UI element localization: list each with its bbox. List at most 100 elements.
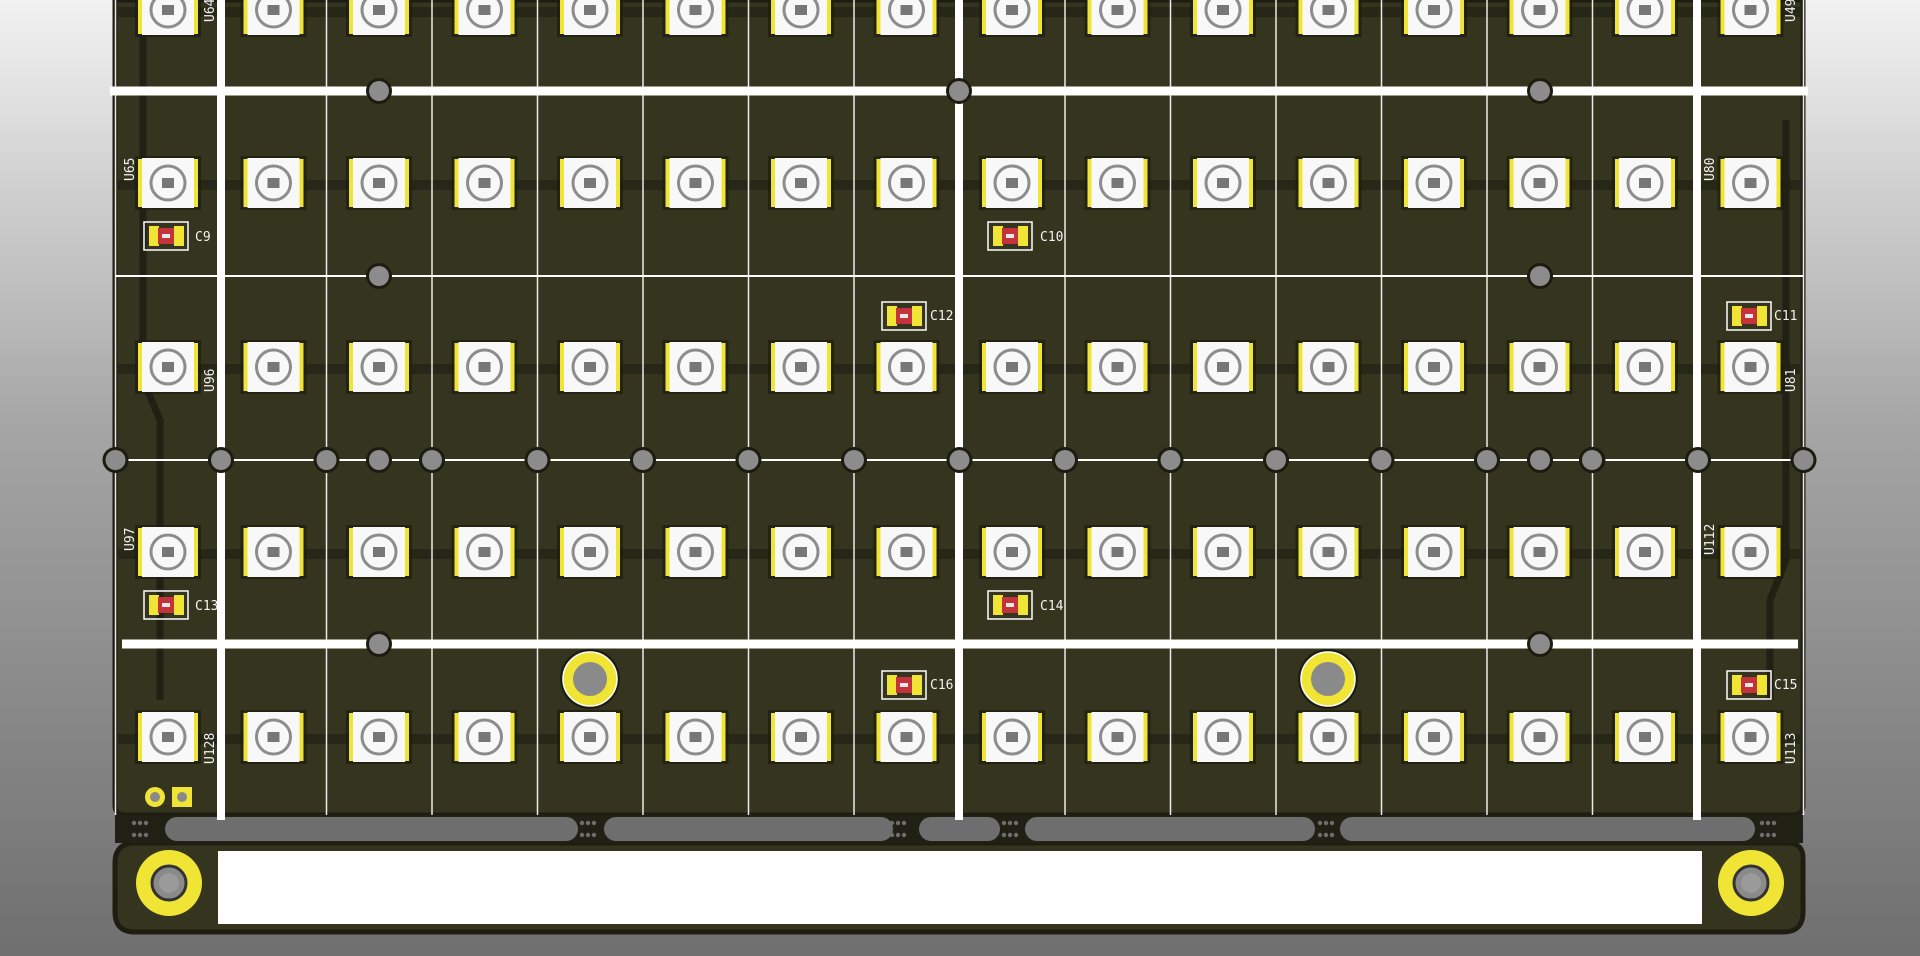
led xyxy=(1190,156,1256,210)
led xyxy=(1084,156,1151,210)
led xyxy=(1612,156,1678,210)
led xyxy=(557,525,623,579)
designator-u80: U80 xyxy=(1703,158,1718,181)
led xyxy=(1506,156,1573,210)
led xyxy=(1506,0,1573,37)
led xyxy=(1717,710,1784,764)
designator-u128: U128 xyxy=(203,733,218,764)
led xyxy=(240,0,307,37)
led xyxy=(346,340,412,394)
led xyxy=(135,156,201,210)
led xyxy=(1295,340,1362,394)
led xyxy=(662,156,729,210)
led xyxy=(451,525,518,579)
led xyxy=(1190,525,1256,579)
led xyxy=(873,156,940,210)
led xyxy=(1612,340,1678,394)
led xyxy=(1401,156,1467,210)
led xyxy=(240,156,307,210)
led xyxy=(1717,525,1784,579)
led xyxy=(873,0,940,37)
led xyxy=(451,710,518,764)
led xyxy=(979,525,1045,579)
led xyxy=(557,710,623,764)
led xyxy=(346,0,412,37)
led xyxy=(662,0,729,37)
led xyxy=(451,340,518,394)
led xyxy=(135,340,201,394)
led xyxy=(557,0,623,37)
led xyxy=(135,0,201,37)
led xyxy=(1190,710,1256,764)
led xyxy=(451,0,518,37)
designator-c16: C16 xyxy=(930,678,953,693)
designator-u81: U81 xyxy=(1784,369,1799,392)
led xyxy=(557,340,623,394)
led xyxy=(979,710,1045,764)
mounting-hole-grid-1 xyxy=(560,649,620,709)
led xyxy=(1084,710,1151,764)
designator-c13: C13 xyxy=(195,599,218,614)
led xyxy=(1295,0,1362,37)
led xyxy=(1612,710,1678,764)
led xyxy=(1190,0,1256,37)
designator-u65: U65 xyxy=(123,158,138,181)
led xyxy=(1612,0,1678,37)
led xyxy=(1401,710,1467,764)
led xyxy=(240,525,307,579)
led xyxy=(1612,525,1678,579)
designator-c9: C9 xyxy=(195,230,211,245)
slot-4 xyxy=(1340,817,1755,841)
led xyxy=(1717,0,1784,37)
mounting-hole-bottom-left xyxy=(136,850,202,916)
led xyxy=(979,156,1045,210)
slot-0 xyxy=(165,817,578,841)
led xyxy=(346,525,412,579)
led xyxy=(346,156,412,210)
designator-c10: C10 xyxy=(1040,230,1063,245)
led xyxy=(873,710,940,764)
led xyxy=(768,156,834,210)
led xyxy=(1401,340,1467,394)
led xyxy=(240,710,307,764)
led xyxy=(768,0,834,37)
led xyxy=(1401,525,1467,579)
designator-c11: C11 xyxy=(1774,309,1797,324)
led xyxy=(135,710,201,764)
led xyxy=(768,525,834,579)
led xyxy=(1190,340,1256,394)
led xyxy=(1295,525,1362,579)
led xyxy=(1506,340,1573,394)
led xyxy=(1717,340,1784,394)
designator-u97: U97 xyxy=(123,528,138,551)
led xyxy=(979,340,1045,394)
led xyxy=(135,525,201,579)
led xyxy=(1295,156,1362,210)
led xyxy=(1295,710,1362,764)
led xyxy=(1506,710,1573,764)
pcb-3d-viewport[interactable]: U64 U49 U65 U80 U96 U81 U97 U112 U128 U1… xyxy=(0,0,1920,956)
led xyxy=(240,340,307,394)
slot-2 xyxy=(919,817,1000,841)
designator-c14: C14 xyxy=(1040,599,1064,614)
led xyxy=(1401,0,1467,37)
led xyxy=(1084,0,1151,37)
led xyxy=(1084,340,1151,394)
designator-u112: U112 xyxy=(1703,524,1718,555)
designator-c12: C12 xyxy=(930,309,953,324)
designator-u64: U64 xyxy=(203,0,218,22)
designator-u49: U49 xyxy=(1784,0,1799,22)
led xyxy=(1506,525,1573,579)
led xyxy=(451,156,518,210)
designator-u113: U113 xyxy=(1784,733,1799,764)
led xyxy=(979,0,1045,37)
designator-u96: U96 xyxy=(203,369,218,392)
mounting-hole-bottom-right xyxy=(1718,850,1784,916)
led xyxy=(1084,525,1151,579)
slot-1 xyxy=(604,817,893,841)
led xyxy=(662,710,729,764)
led xyxy=(1717,156,1784,210)
led xyxy=(873,525,940,579)
slot-3 xyxy=(1025,817,1315,841)
silkscreen-label-area xyxy=(218,851,1702,924)
